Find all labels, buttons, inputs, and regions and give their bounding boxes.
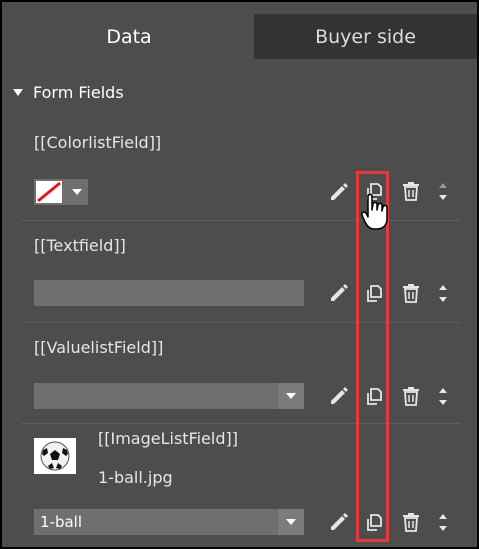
field-label-colorlist: [[ColorlistField]] <box>34 133 162 152</box>
panel: Data Buyer side Form Fields [[ColorlistF… <box>0 0 479 549</box>
caret-down-icon[interactable] <box>13 88 23 96</box>
trash-icon[interactable] <box>400 385 422 407</box>
text-input[interactable] <box>34 280 304 306</box>
trash-icon[interactable] <box>400 511 422 533</box>
tab-bar: Data Buyer side <box>2 14 477 59</box>
field-divider <box>22 423 460 424</box>
trash-icon[interactable] <box>400 180 422 202</box>
color-swatch <box>36 181 62 203</box>
field-label-valuelist: [[ValuelistField]] <box>34 338 164 357</box>
color-select[interactable] <box>34 179 88 205</box>
dropdown-arrow-icon <box>72 189 82 195</box>
hand-cursor-icon <box>361 193 388 230</box>
section-title: Form Fields <box>33 82 124 102</box>
pencil-icon[interactable] <box>328 385 350 407</box>
imagelist-select[interactable]: 1-ball <box>34 509 304 535</box>
sort-arrows-icon[interactable] <box>432 511 454 533</box>
valuelist-select[interactable] <box>34 383 304 409</box>
sort-arrows-icon[interactable] <box>432 282 454 304</box>
pencil-icon[interactable] <box>328 282 350 304</box>
soccer-ball-image <box>34 438 76 474</box>
field-label-imagelist: [[ImageListField]] <box>98 429 238 448</box>
dropdown-arrow-icon[interactable] <box>278 383 304 409</box>
field-label-textfield: [[Textfield]] <box>34 236 126 255</box>
field-divider <box>22 322 460 323</box>
tab-data[interactable]: Data <box>4 14 254 59</box>
imagelist-select-value: 1-ball <box>40 513 83 531</box>
sort-arrows-icon[interactable] <box>432 385 454 407</box>
tab-data-label: Data <box>106 25 152 48</box>
tab-buyer-side-label: Buyer side <box>315 25 416 48</box>
pencil-icon[interactable] <box>328 181 350 203</box>
form-fields-header[interactable]: Form Fields <box>13 80 124 104</box>
image-filename: 1-ball.jpg <box>98 468 173 487</box>
tab-buyer-side[interactable]: Buyer side <box>254 14 477 59</box>
field-divider <box>22 220 460 221</box>
dropdown-arrow-icon[interactable] <box>278 509 304 535</box>
trash-icon[interactable] <box>400 282 422 304</box>
sort-arrows-icon[interactable] <box>432 180 454 202</box>
pencil-icon[interactable] <box>328 511 350 533</box>
